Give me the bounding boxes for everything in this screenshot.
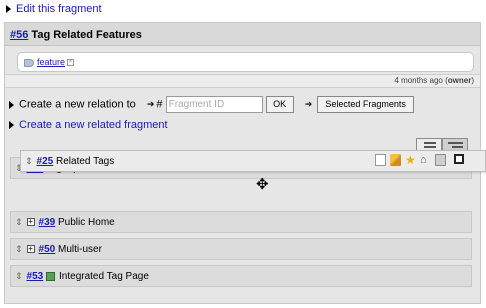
move-cursor-icon: ✥ (256, 176, 269, 193)
edit-fragment-row: Edit this fragment (6, 3, 102, 15)
fragment-id-input[interactable]: Fragment ID (165, 96, 263, 113)
expand-icon[interactable]: + (26, 245, 35, 254)
dragging-item[interactable]: ⇕ #25 Related Tags ★ ⌂ (20, 150, 486, 172)
item-title: Public Home (58, 217, 115, 228)
item-id-link[interactable]: #39 (39, 217, 56, 228)
select-checkbox-icon[interactable] (454, 154, 464, 164)
edit-fragment-link[interactable]: Edit this fragment (16, 3, 102, 15)
drag-handle-icon[interactable]: ⇕ (15, 217, 23, 227)
triangle-icon (9, 100, 14, 109)
expand-triangle-icon (6, 5, 11, 14)
home-icon[interactable]: ⌂ (420, 154, 431, 166)
item-title: Related Tags (56, 156, 115, 167)
fragment-id-link[interactable]: #56 (10, 29, 28, 41)
expand-icon[interactable]: + (26, 218, 35, 227)
document-icon[interactable] (375, 154, 386, 166)
fragment-title: Tag Related Features (31, 29, 142, 41)
pencil-icon[interactable] (390, 154, 401, 166)
tag-box: feature × (17, 52, 474, 72)
arrow-right-icon: ➔ (146, 99, 155, 110)
item-title: Integrated Tag Page (59, 271, 149, 282)
list-item[interactable]: ⇕ + #39 Public Home (10, 211, 472, 233)
drag-handle-icon[interactable]: ⇕ (15, 244, 23, 254)
drag-handle-icon[interactable]: ⇕ (15, 271, 23, 281)
fragment-age: 4 months ago (394, 76, 443, 85)
relation-label: Create a new relation to (19, 98, 136, 111)
tag-page-icon (46, 271, 56, 281)
item-id-link[interactable]: #53 (27, 271, 44, 282)
selected-fragments-button[interactable]: Selected Fragments (317, 96, 414, 113)
triangle-icon (9, 121, 14, 130)
tag-icon (24, 58, 34, 67)
tag-link[interactable]: feature (37, 57, 65, 67)
fragment-owner[interactable]: owner (448, 76, 472, 85)
arrow-right-icon: ➔ (304, 99, 313, 110)
list-item[interactable]: ⇕ #53 Integrated Tag Page (10, 265, 472, 287)
list-item[interactable]: ⇕ + #50 Multi-user (10, 238, 472, 260)
fragment-meta: 4 months ago (owner) (5, 74, 480, 88)
create-related-row: Create a new related fragment (9, 119, 168, 131)
item-toolbar: ★ ⌂ (375, 154, 464, 166)
trash-icon[interactable] (435, 154, 446, 166)
item-title: Multi-user (58, 244, 102, 255)
fragment-header: #56 Tag Related Features (5, 23, 480, 46)
item-id-link[interactable]: #50 (39, 244, 56, 255)
hash-prefix: # (156, 98, 163, 111)
drag-handle-icon[interactable]: ⇕ (25, 156, 33, 166)
item-id-link[interactable]: #25 (37, 156, 54, 167)
remove-tag-icon[interactable]: × (67, 59, 75, 67)
ok-button[interactable]: OK (265, 96, 294, 113)
create-related-link[interactable]: Create a new related fragment (19, 119, 168, 131)
relation-row: Create a new relation to ➔ # Fragment ID … (9, 96, 414, 113)
star-icon[interactable]: ★ (405, 154, 416, 166)
